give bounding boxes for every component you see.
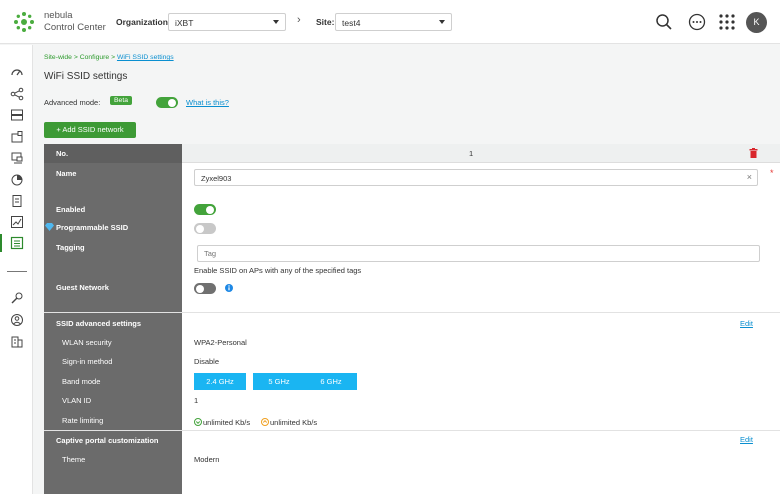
guest-network-toggle[interactable] (194, 283, 216, 294)
page-title: WiFi SSID settings (44, 71, 128, 82)
chevron-right-icon: › (297, 14, 301, 26)
monitor-icon[interactable] (10, 151, 24, 165)
brand-line1: nebula (44, 10, 73, 21)
theme-value: Modern (194, 455, 220, 464)
topology-icon[interactable] (10, 87, 24, 101)
site-select[interactable]: test4 (335, 13, 452, 31)
rate-limiting-label: Rate limiting (62, 416, 104, 425)
toggle-knob (196, 284, 204, 293)
wlan-security-label: WLAN security (62, 338, 112, 347)
chevron-down-icon (273, 20, 279, 24)
required-mark: * (770, 168, 774, 178)
configure-icon[interactable] (10, 236, 24, 250)
avatar[interactable]: K (746, 12, 767, 33)
apps-grid-icon[interactable] (717, 12, 737, 32)
diamond-icon (45, 223, 54, 231)
ssid-name-input[interactable]: Zyxel903 × (194, 169, 758, 186)
active-indicator (0, 234, 2, 252)
enabled-toggle[interactable] (194, 204, 216, 215)
org-value: iXBT (175, 18, 194, 28)
site-value: test4 (342, 18, 361, 28)
tagging-label: Tagging (56, 243, 85, 252)
breadcrumb-current[interactable]: WiFi SSID settings (117, 54, 174, 61)
band-6ghz: 6 GHz (305, 373, 357, 390)
band-2-4ghz: 2.4 GHz (194, 373, 246, 390)
band-mode-label: Band mode (62, 377, 101, 386)
pie-chart-icon[interactable] (10, 173, 24, 187)
chevron-down-icon (439, 20, 445, 24)
programmable-ssid-label: Programmable SSID (56, 223, 129, 232)
breadcrumb-configure[interactable]: Configure (80, 54, 109, 61)
toggle-knob (206, 205, 214, 214)
brand-name: nebula Control Center (44, 10, 106, 34)
brand-line2: Control Center (44, 22, 106, 33)
captive-portal-label: Captive portal customization (56, 436, 159, 445)
site-label: Site: (316, 17, 335, 27)
rate-up-value: unlimited Kb/s (270, 418, 318, 427)
tag-hint: Enable SSID on APs with any of the speci… (194, 266, 362, 275)
devices-icon[interactable] (10, 108, 24, 122)
org-label: Organization: (116, 17, 171, 27)
ssid-number: 1 (469, 149, 474, 158)
advanced-mode-toggle[interactable] (156, 97, 178, 108)
table-header-row (44, 144, 780, 163)
advanced-mode-label: Advanced mode: (44, 98, 101, 107)
clear-icon[interactable]: × (747, 172, 752, 182)
tools-icon[interactable] (10, 291, 24, 305)
vlan-id-value: 1 (194, 396, 199, 405)
edit-advanced-link[interactable]: Edit (740, 319, 753, 328)
more-options-icon[interactable] (687, 12, 707, 32)
left-nav-rail (0, 45, 33, 494)
tag-input[interactable] (197, 245, 760, 262)
nebula-logo-icon (14, 12, 34, 32)
analytics-icon[interactable] (10, 215, 24, 229)
what-is-this-link[interactable]: What is this? (186, 98, 229, 107)
rate-down-value: unlimited Kb/s (203, 418, 251, 427)
add-ssid-button[interactable]: + Add SSID network (44, 122, 136, 138)
upload-arrow-icon (261, 418, 269, 426)
band-5ghz: 5 GHz (253, 373, 305, 390)
enabled-label: Enabled (56, 205, 86, 214)
wlan-security-value: WPA2-Personal (194, 338, 247, 347)
clients-icon[interactable] (10, 130, 24, 144)
download-arrow-icon (194, 418, 202, 426)
rail-divider (7, 271, 27, 272)
no-label: No. (56, 149, 69, 158)
info-icon[interactable] (225, 284, 233, 292)
search-icon[interactable] (654, 12, 674, 32)
delete-icon[interactable] (749, 148, 758, 158)
toggle-knob (196, 224, 204, 233)
ssid-name-value: Zyxel903 (201, 174, 232, 183)
beta-badge: Beta (110, 96, 132, 105)
theme-label: Theme (62, 455, 86, 464)
sign-in-method-value: Disable (194, 357, 220, 366)
dashboard-icon[interactable] (10, 65, 24, 79)
breadcrumb-site-wide[interactable]: Site-wide (44, 54, 72, 61)
org-select[interactable]: iXBT (168, 13, 286, 31)
programmable-ssid-toggle[interactable] (194, 223, 216, 234)
section-divider (44, 430, 780, 431)
breadcrumb: Site-wide > Configure > WiFi SSID settin… (44, 54, 174, 61)
help-center-icon[interactable] (10, 313, 24, 327)
sign-in-method-label: Sign-in method (62, 357, 113, 366)
organization-icon[interactable] (10, 334, 24, 348)
top-bar: nebula Control Center Organization: iXBT… (0, 0, 780, 44)
vlan-id-label: VLAN ID (62, 396, 92, 405)
edit-captive-link[interactable]: Edit (740, 435, 753, 444)
guest-network-label: Guest Network (56, 283, 109, 292)
toggle-knob (168, 98, 176, 107)
ssid-advanced-settings-label: SSID advanced settings (56, 319, 142, 328)
report-icon[interactable] (10, 194, 24, 208)
section-divider (44, 312, 780, 313)
name-label: Name (56, 169, 77, 178)
